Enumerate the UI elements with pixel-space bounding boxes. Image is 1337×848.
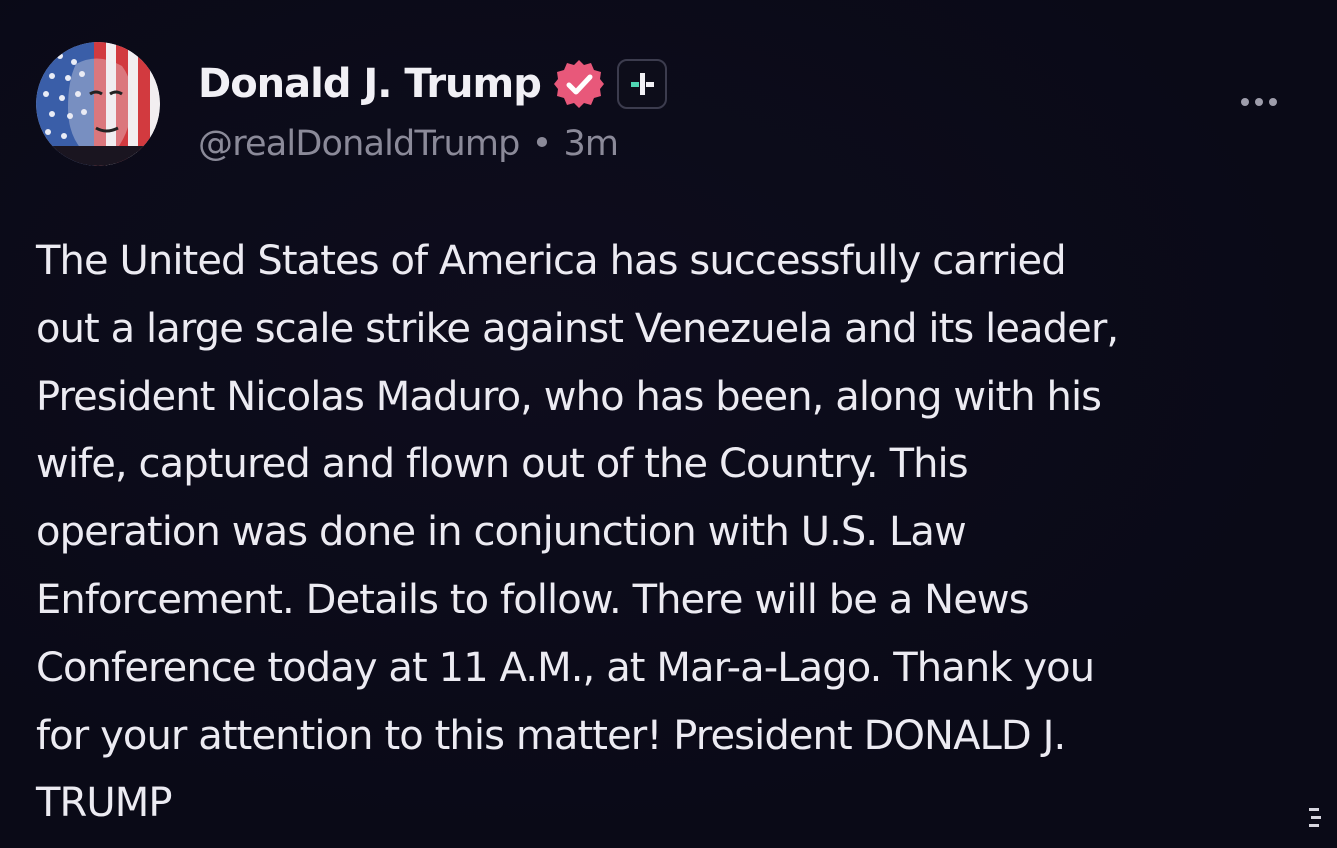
author-display-name[interactable]: Donald J. Trump [198,61,542,107]
author-handle-row: @realDonaldTrump • 3m [198,124,619,164]
author-name-row: Donald J. Trump [198,56,667,112]
post-line: Enforcement. Details to follow. There wi… [36,576,1030,623]
verified-badge-icon [553,58,605,110]
more-options-icon[interactable] [1241,98,1277,106]
post-timestamp[interactable]: 3m [563,124,619,164]
post-body: The United States of America has success… [36,228,1301,838]
more-dot [1269,98,1277,106]
post-line: out a large scale strike against Venezue… [36,305,1119,352]
post-line: President Nicolas Maduro, who has been, … [36,373,1102,420]
post-line: for your attention to this matter! Presi… [36,712,1066,759]
post-line: wife, captured and flown out of the Coun… [36,441,969,488]
meta-separator: • [531,124,553,164]
more-dot [1241,98,1249,106]
flag-portrait-avatar-icon [36,42,160,166]
corner-mark-icon [1309,808,1321,827]
more-dot [1255,98,1263,106]
post-card: Donald J. Trump @realDonaldTrump • 3m The … [0,0,1337,848]
post-line: Conference today at 11 A.M., at Mar-a-La… [36,644,1095,691]
author-avatar[interactable] [36,42,160,166]
plus-badge-icon[interactable] [616,59,667,109]
post-line: operation was done in conjunction with U… [36,509,967,556]
author-handle[interactable]: @realDonaldTrump [198,124,520,164]
post-line: TRUMP [36,780,173,827]
post-line: The United States of America has success… [36,238,1067,284]
